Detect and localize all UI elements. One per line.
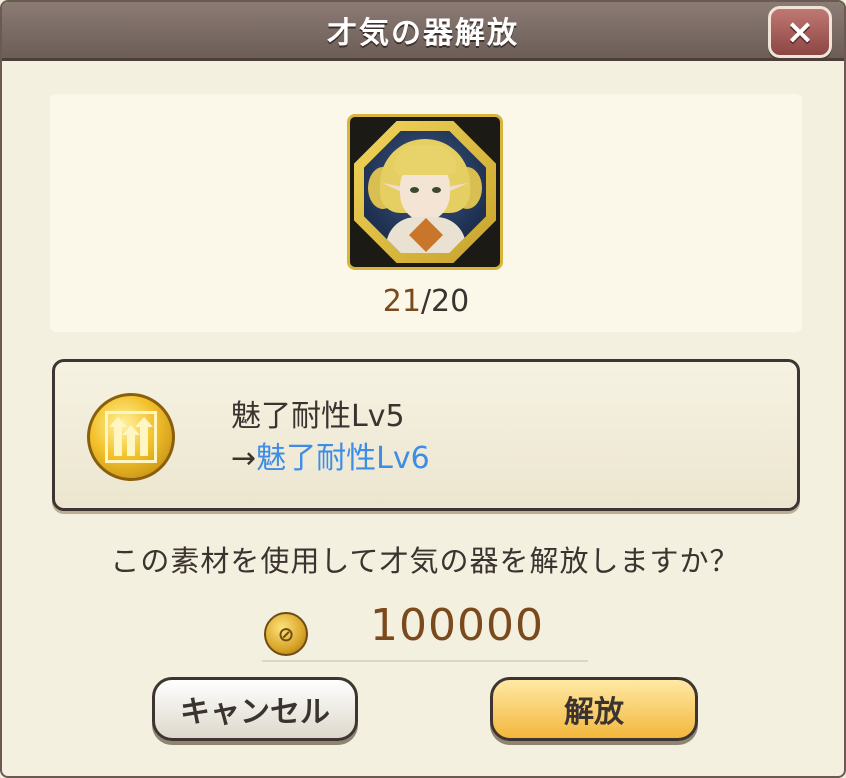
stat-up-icon (87, 393, 175, 481)
close-button[interactable]: × (768, 6, 832, 58)
release-button[interactable]: 解放 (490, 677, 698, 741)
material-count: 21/20 (50, 284, 802, 319)
cost-row: ⊘ 100000 (262, 600, 588, 662)
coin-icon: ⊘ (264, 612, 308, 656)
skill-text: 魅了耐性Lv5 →魅了耐性Lv6 (231, 396, 430, 480)
close-icon: × (785, 12, 815, 52)
material-panel: 21/20 (50, 94, 802, 332)
skill-arrow: → (231, 441, 257, 476)
stat-up-arrows (105, 411, 157, 463)
arrow-up-icon (108, 417, 127, 456)
release-dialog: 才気の器解放 × 21/20 魅了耐性Lv5 →魅了耐性Lv6 この素材を使用し… (0, 0, 846, 778)
skill-current: 魅了耐性Lv5 (231, 399, 405, 434)
count-required: /20 (420, 284, 470, 319)
eye-right (432, 187, 441, 193)
skill-next: 魅了耐性Lv6 (256, 441, 430, 476)
count-current: 21 (382, 284, 421, 319)
eye-left (410, 187, 419, 193)
bangs (394, 145, 456, 175)
arrow-up-icon (121, 425, 140, 456)
confirm-question: この素材を使用して才気の器を解放しますか？ (110, 544, 740, 578)
coin-mark: ⊘ (277, 622, 295, 646)
skill-next-line: →魅了耐性Lv6 (231, 438, 430, 480)
dialog-title: 才気の器解放 (327, 16, 519, 51)
arrow-up-icon (135, 417, 154, 456)
cancel-button[interactable]: キャンセル (152, 677, 358, 741)
cost-value: 100000 (370, 600, 544, 651)
title-bar: 才気の器解放 × (2, 2, 844, 61)
skill-panel: 魅了耐性Lv5 →魅了耐性Lv6 (52, 359, 800, 511)
character-portrait[interactable] (347, 114, 503, 270)
